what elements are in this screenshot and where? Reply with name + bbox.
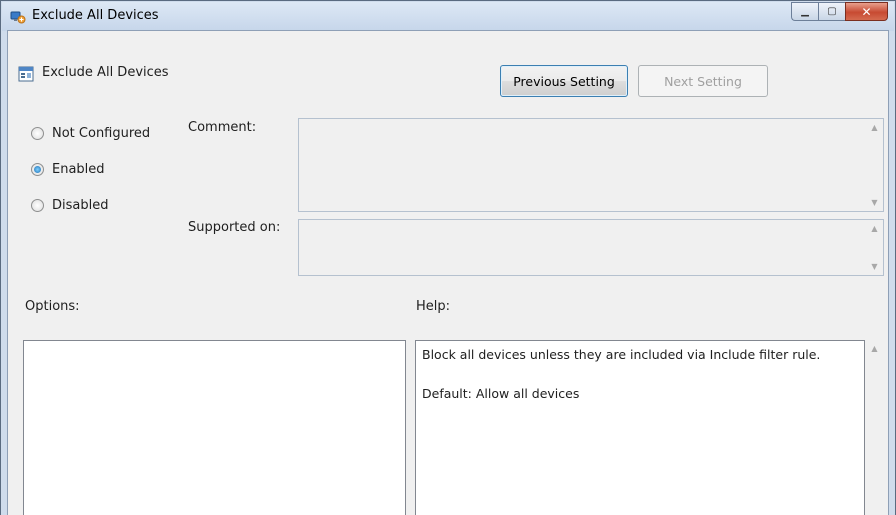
maximize-icon: ▢	[827, 6, 837, 17]
scroll-up-icon[interactable]: ▲	[866, 119, 883, 136]
supported-on-field: ▲ ▼	[298, 219, 884, 276]
previous-setting-label: Previous Setting	[513, 73, 615, 89]
help-scrollbar[interactable]: ▲	[865, 340, 884, 515]
help-text-line: Block all devices unless they are includ…	[422, 347, 821, 362]
help-text-line: Default: Allow all devices	[422, 386, 580, 401]
radio-not-configured-label: Not Configured	[52, 126, 151, 141]
comment-field[interactable]: ▲ ▼	[298, 118, 884, 212]
help-panel[interactable]: Block all devices unless they are includ…	[415, 340, 865, 515]
next-setting-button[interactable]: Next Setting	[638, 65, 768, 97]
scroll-up-icon[interactable]: ▲	[865, 340, 884, 357]
radio-enabled-label: Enabled	[52, 162, 105, 177]
minimize-icon: ▁	[801, 6, 809, 17]
next-setting-label: Next Setting	[664, 73, 742, 89]
scroll-down-icon[interactable]: ▼	[866, 258, 883, 275]
scroll-down-icon[interactable]: ▼	[866, 194, 883, 211]
device-install-icon	[10, 9, 26, 25]
radio-not-configured-indicator[interactable]	[31, 127, 44, 140]
setting-name: Exclude All Devices	[42, 65, 169, 80]
close-icon: ✕	[861, 4, 872, 19]
radio-not-configured[interactable]: Not Configured	[31, 126, 150, 141]
minimize-button[interactable]: ▁	[791, 2, 818, 21]
options-label: Options:	[25, 299, 80, 314]
supported-on-label: Supported on:	[188, 220, 281, 235]
radio-enabled-indicator[interactable]	[31, 163, 44, 176]
maximize-button[interactable]: ▢	[818, 2, 845, 21]
radio-disabled-label: Disabled	[52, 198, 109, 213]
window-title: Exclude All Devices	[32, 8, 159, 23]
options-panel[interactable]	[23, 340, 406, 515]
radio-disabled-indicator[interactable]	[31, 199, 44, 212]
previous-setting-button[interactable]: Previous Setting	[500, 65, 628, 97]
caption-buttons: ▁ ▢ ✕	[791, 2, 888, 22]
close-button[interactable]: ✕	[845, 2, 888, 21]
radio-disabled[interactable]: Disabled	[31, 198, 108, 213]
radio-enabled[interactable]: Enabled	[31, 162, 105, 177]
scroll-up-icon[interactable]: ▲	[866, 220, 883, 237]
comment-scrollbar[interactable]: ▲ ▼	[866, 119, 883, 211]
policy-setting-icon	[18, 66, 34, 82]
comment-label: Comment:	[188, 120, 257, 135]
help-label: Help:	[416, 299, 451, 314]
supported-on-scrollbar[interactable]: ▲ ▼	[866, 220, 883, 275]
title-bar[interactable]: Exclude All Devices ▁ ▢ ✕	[2, 2, 894, 31]
